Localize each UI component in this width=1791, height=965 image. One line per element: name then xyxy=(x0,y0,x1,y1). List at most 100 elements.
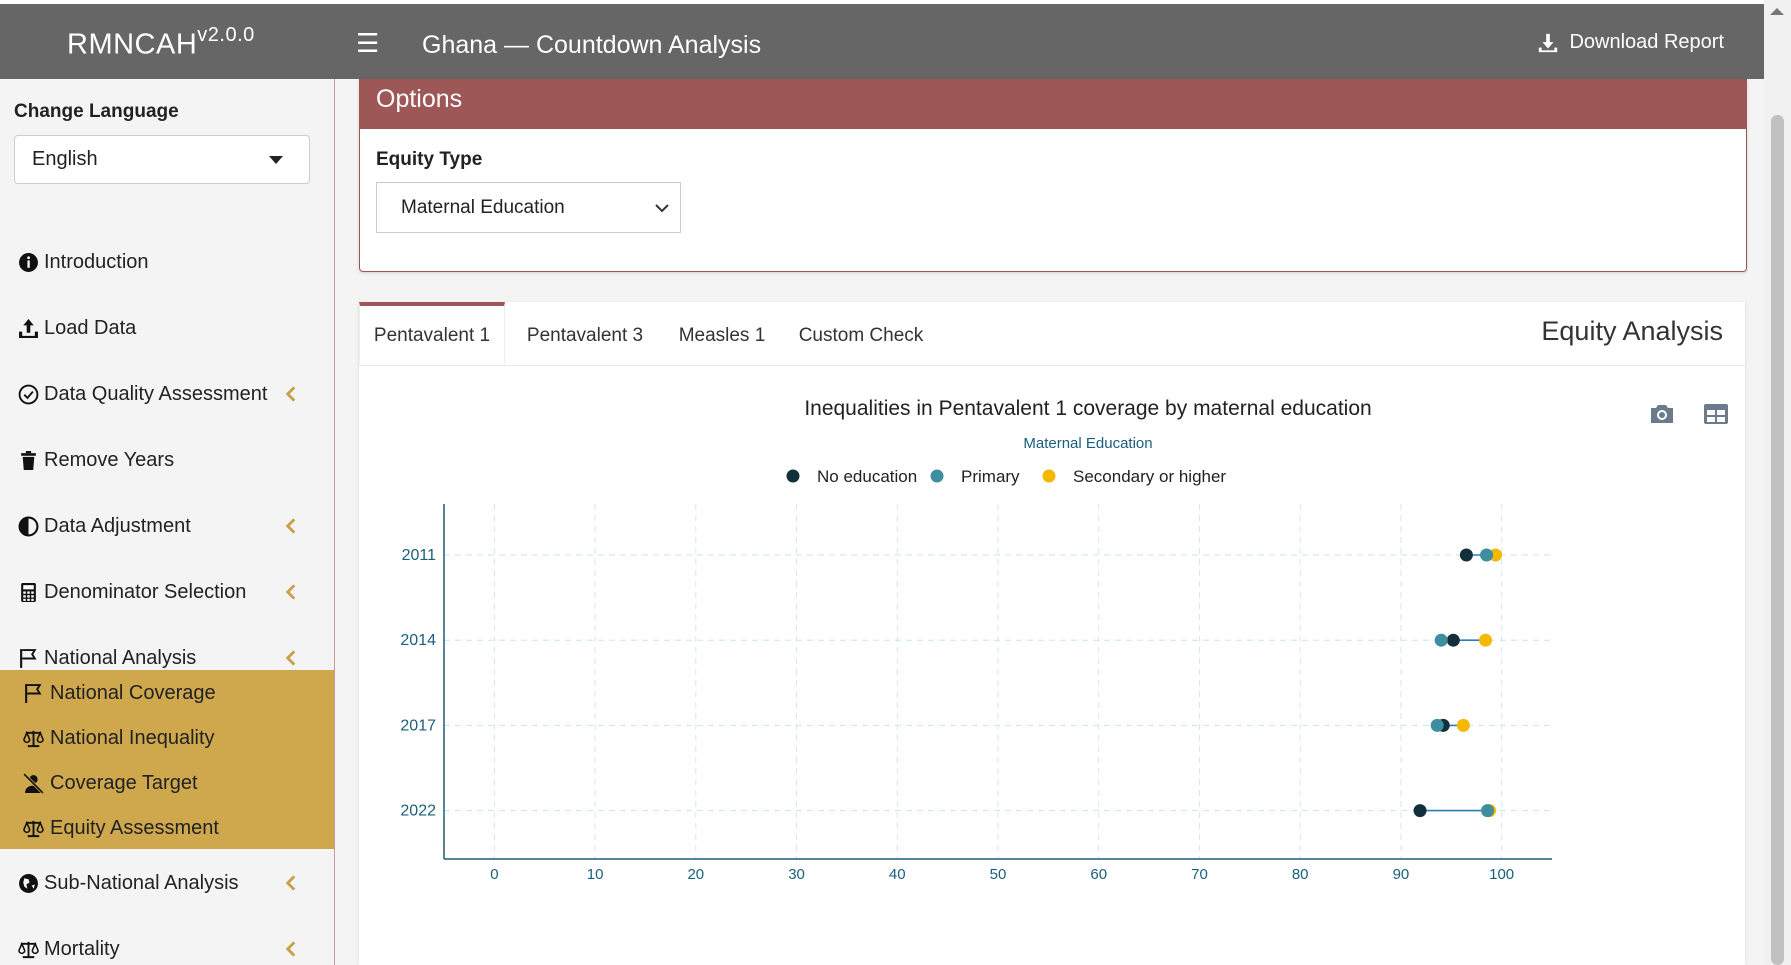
x-tick-label: 30 xyxy=(788,866,805,883)
data-point-secondary-or-higher xyxy=(1479,633,1493,647)
language-label: Change Language xyxy=(14,101,179,122)
y-tick-label: 2011 xyxy=(402,547,437,564)
sidebar-item-label: Introduction xyxy=(44,250,149,273)
sidebar-item-mortality[interactable]: Mortality xyxy=(0,927,334,965)
sidebar-item-label: Data Quality Assessment xyxy=(44,382,268,405)
sidebar-subitem-national-coverage[interactable]: National Coverage xyxy=(0,673,334,713)
legend-marker xyxy=(1042,469,1056,483)
sidebar-item-load-data[interactable]: Load Data xyxy=(0,306,334,350)
sidebar-item-label: Sub-National Analysis xyxy=(44,871,239,894)
data-point-primary xyxy=(1434,633,1448,647)
app-brand[interactable]: RMNCAHv2.0.0 xyxy=(67,24,255,62)
x-tick-label: 10 xyxy=(587,866,604,883)
legend-label: No education xyxy=(817,467,917,486)
data-point-primary xyxy=(1480,548,1494,562)
sidebar-item-label: Remove Years xyxy=(44,448,175,471)
sidebar-item-remove-years[interactable]: Remove Years xyxy=(0,438,334,482)
sidebar-item-denominator[interactable]: Denominator Selection xyxy=(0,570,334,614)
scroll-up-arrow-icon[interactable] xyxy=(1770,8,1784,15)
tab-custom-check[interactable]: Custom Check xyxy=(782,302,940,365)
trash-icon xyxy=(16,450,40,471)
equity-type-label: Equity Type xyxy=(376,149,483,170)
options-card: Options Equity Type Maternal Education xyxy=(359,79,1747,272)
language-select[interactable]: English xyxy=(14,135,310,184)
data-point-no-education xyxy=(1413,804,1427,818)
balance-scale-icon xyxy=(20,728,46,749)
x-tick-label: 0 xyxy=(490,866,498,883)
x-tick-label: 70 xyxy=(1191,866,1208,883)
equity-chart: Inequalities in Pentavalent 1 coverage b… xyxy=(400,397,1552,883)
x-tick-label: 100 xyxy=(1489,866,1514,883)
download-icon xyxy=(1539,33,1558,52)
chevron-left-icon xyxy=(285,875,296,891)
user-slash-icon xyxy=(20,772,46,794)
chart-axes: 0 10 20 30 40 50 60 70 80 90 100 2011 2014 2017 2022 xyxy=(400,504,1552,883)
sidebar-subitem-label: Equity Assessment xyxy=(50,816,219,839)
tab-pentavalent-3[interactable]: Pentavalent 3 xyxy=(508,302,662,365)
chevron-left-icon xyxy=(285,386,296,402)
equity-analysis-card: Pentavalent 1 Pentavalent 3 Measles 1 Cu… xyxy=(359,302,1745,965)
legend-marker xyxy=(786,469,800,483)
brand-version: v2.0.0 xyxy=(197,24,255,46)
sidebar-item-subnational[interactable]: Sub-National Analysis xyxy=(0,861,334,905)
calculator-icon xyxy=(16,582,40,603)
y-tick-label: 2017 xyxy=(400,717,436,734)
equity-type-value: Maternal Education xyxy=(401,197,565,218)
sidebar-subitem-equity-assessment[interactable]: Equity Assessment xyxy=(0,808,334,848)
sidebar-subitem-coverage-target[interactable]: Coverage Target xyxy=(0,763,334,803)
scrollbar-thumb[interactable] xyxy=(1771,115,1784,965)
sidebar-item-label: National Analysis xyxy=(44,646,197,669)
balance-scale-icon xyxy=(16,939,40,960)
balance-scale-icon xyxy=(20,818,46,839)
legend-label: Secondary or higher xyxy=(1073,467,1226,486)
flag-icon xyxy=(20,683,46,704)
chart-title: Inequalities in Pentavalent 1 coverage b… xyxy=(804,397,1371,420)
sidebar-subitem-label: Coverage Target xyxy=(50,771,198,794)
sidebar-subitem-national-inequality[interactable]: National Inequality xyxy=(0,718,334,758)
x-tick-label: 90 xyxy=(1393,866,1410,883)
options-header: Options xyxy=(360,79,1746,129)
sidebar: Change Language English Introduction Loa… xyxy=(0,79,335,965)
x-tick-label: 40 xyxy=(889,866,906,883)
sidebar-item-label: Data Adjustment xyxy=(44,514,191,537)
sidebar-item-label: Load Data xyxy=(44,316,137,339)
sidebar-item-data-adjustment[interactable]: Data Adjustment xyxy=(0,504,334,548)
menu-toggle-icon[interactable]: ☰ xyxy=(356,28,379,59)
sidebar-item-label: Denominator Selection xyxy=(44,580,247,603)
tab-measles-1[interactable]: Measles 1 xyxy=(663,302,781,365)
legend-label: Primary xyxy=(961,467,1020,486)
caret-down-icon xyxy=(269,156,283,164)
legend-title: Maternal Education xyxy=(1023,435,1152,452)
x-tick-label: 60 xyxy=(1090,866,1107,883)
check-circle-icon xyxy=(16,384,40,405)
chevron-down-icon xyxy=(655,204,669,213)
x-tick-label: 20 xyxy=(687,866,704,883)
chevron-left-icon xyxy=(285,518,296,534)
x-tick-label: 50 xyxy=(990,866,1007,883)
sidebar-subitem-label: National Inequality xyxy=(50,726,215,749)
sidebar-item-introduction[interactable]: Introduction xyxy=(0,240,334,284)
main-content: Options Equity Type Maternal Education P… xyxy=(335,79,1764,965)
globe-icon xyxy=(16,873,40,894)
equity-type-select[interactable]: Maternal Education xyxy=(376,182,681,233)
app-header: RMNCAHv2.0.0 ☰ Ghana — Countdown Analysi… xyxy=(0,4,1764,79)
language-value: English xyxy=(32,148,98,170)
data-point-secondary-or-higher xyxy=(1456,718,1470,732)
tab-pentavalent-1[interactable]: Pentavalent 1 xyxy=(359,302,505,365)
sidebar-subitem-label: National Coverage xyxy=(50,681,216,704)
tab-bar: Pentavalent 1 Pentavalent 3 Measles 1 Cu… xyxy=(359,302,1745,366)
sidebar-item-label: Mortality xyxy=(44,937,120,960)
info-circle-icon xyxy=(16,252,40,273)
page-title: Ghana — Countdown Analysis xyxy=(422,31,762,59)
adjust-icon xyxy=(16,516,40,537)
download-report-button[interactable]: Download Report xyxy=(1537,31,1724,54)
y-tick-label: 2022 xyxy=(400,803,436,820)
chevron-left-icon xyxy=(285,584,296,600)
sidebar-item-data-quality[interactable]: Data Quality Assessment xyxy=(0,372,334,416)
flag-icon xyxy=(16,648,40,669)
chart-grid xyxy=(444,504,1552,859)
chart-marks xyxy=(1413,548,1503,818)
legend-marker xyxy=(930,469,944,483)
y-tick-label: 2014 xyxy=(400,632,436,649)
brand-name: RMNCAH xyxy=(67,28,198,61)
